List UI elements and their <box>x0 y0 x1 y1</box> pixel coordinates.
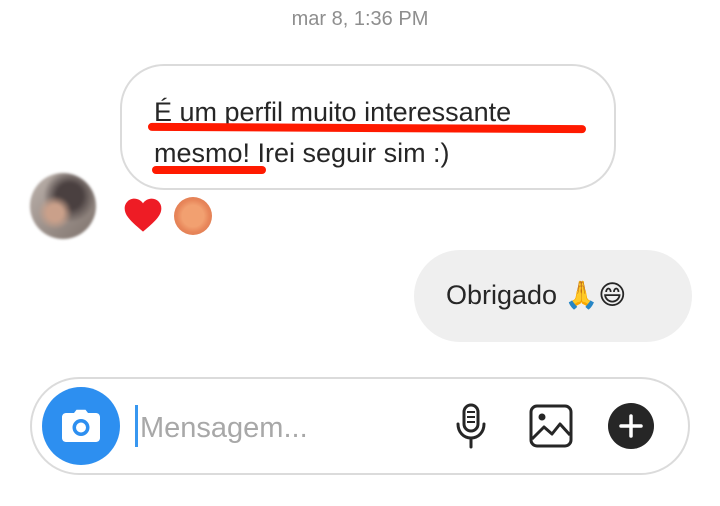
message-input[interactable] <box>138 399 442 457</box>
incoming-message-bubble[interactable]: É um perfil muito interessante mesmo! Ir… <box>120 64 616 190</box>
timestamp: mar 8, 1:36 PM <box>291 8 429 30</box>
microphone-icon <box>456 403 486 449</box>
sender-avatar[interactable] <box>30 173 96 239</box>
plus-icon <box>608 403 654 449</box>
outgoing-message-bubble[interactable]: Obrigado 🙏😄 <box>414 250 692 342</box>
gallery-icon <box>529 404 573 448</box>
message-composer <box>30 377 690 475</box>
camera-button[interactable] <box>42 387 120 465</box>
outgoing-message-text: Obrigado <box>446 280 558 310</box>
camera-icon <box>62 409 100 442</box>
heart-reaction-icon[interactable] <box>123 196 163 234</box>
annotation-underline <box>152 166 266 174</box>
reactor-avatar[interactable] <box>174 197 212 235</box>
gallery-button[interactable] <box>526 401 576 451</box>
add-button[interactable] <box>606 401 656 451</box>
microphone-button[interactable] <box>446 401 496 451</box>
outgoing-message-emojis: 🙏😄 <box>564 280 627 311</box>
